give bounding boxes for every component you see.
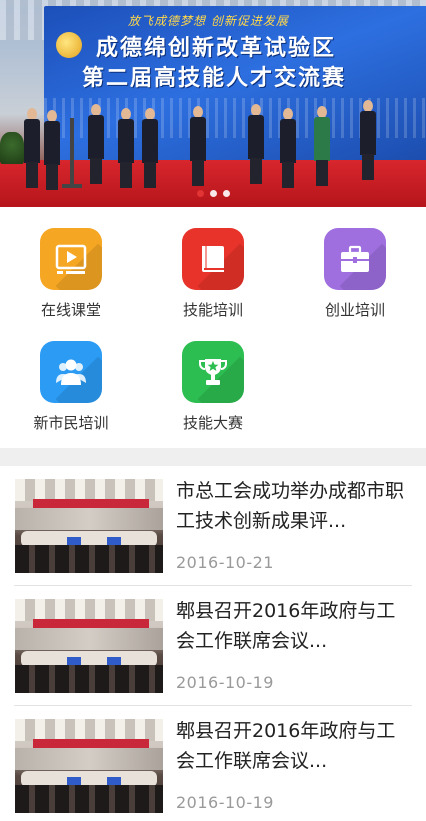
news-thumbnail [15,479,163,573]
carousel-dot[interactable] [209,190,217,197]
briefcase-icon [341,245,369,272]
news-date: 2016-10-19 [176,673,274,692]
carousel-indicators [0,190,426,197]
feature-new-citizen-training[interactable]: 新市民培训 [11,341,131,433]
news-item[interactable]: 郫县召开2016年政府与工会工作联席会议... 2016-10-19 [0,706,426,821]
banner-slogan: 放飞成德梦想 创新促进发展 [128,14,289,28]
feature-grid: 在线课堂 技能培训 创业培训 新市民培训 技能大赛 [0,207,426,447]
news-date: 2016-10-19 [176,793,274,812]
trophy-icon [199,359,227,385]
banner-title-line2: 第二届高技能人才交流赛 [82,66,347,91]
feature-label: 创业培训 [324,301,385,319]
book-icon [202,246,224,272]
news-thumbnail [15,599,163,693]
people-group-icon [56,359,86,385]
section-separator [0,448,426,466]
skill-training-tile [182,228,244,290]
online-class-tile [40,228,102,290]
feature-online-class[interactable]: 在线课堂 [11,228,131,320]
skill-competition-tile [182,341,244,403]
news-title: 郫县召开2016年政府与工会工作联席会议... [176,720,396,772]
new-citizen-training-tile [40,341,102,403]
feature-label: 在线课堂 [40,301,101,319]
video-play-icon [55,244,87,274]
feature-label: 技能培训 [182,301,243,319]
feature-label: 技能大赛 [182,414,243,432]
banner-plants [0,132,24,164]
news-title: 郫县召开2016年政府与工会工作联席会议... [176,600,396,652]
banner-podium [62,118,82,188]
banner-carousel[interactable]: 放飞成德梦想 创新促进发展 成德绵创新改革试验区 第二届高技能人才交流赛 [0,0,426,207]
feature-label: 新市民培训 [33,414,109,432]
news-title: 市总工会成功举办成都市职工技术创新成果评... [176,480,405,532]
feature-skill-training[interactable]: 技能培训 [153,228,273,320]
feature-skill-competition[interactable]: 技能大赛 [153,341,273,433]
startup-training-tile [324,228,386,290]
feature-startup-training[interactable]: 创业培训 [295,228,415,320]
news-item[interactable]: 市总工会成功举办成都市职工技术创新成果评... 2016-10-21 [0,466,426,586]
banner-title-line1: 成德绵创新改革试验区 [96,36,337,61]
news-date: 2016-10-21 [176,553,274,572]
carousel-dot[interactable] [196,190,204,197]
news-item[interactable]: 郫县召开2016年政府与工会工作联席会议... 2016-10-19 [0,586,426,706]
news-thumbnail [15,719,163,813]
banner-logo-icon [56,32,82,58]
carousel-dot[interactable] [222,190,230,197]
